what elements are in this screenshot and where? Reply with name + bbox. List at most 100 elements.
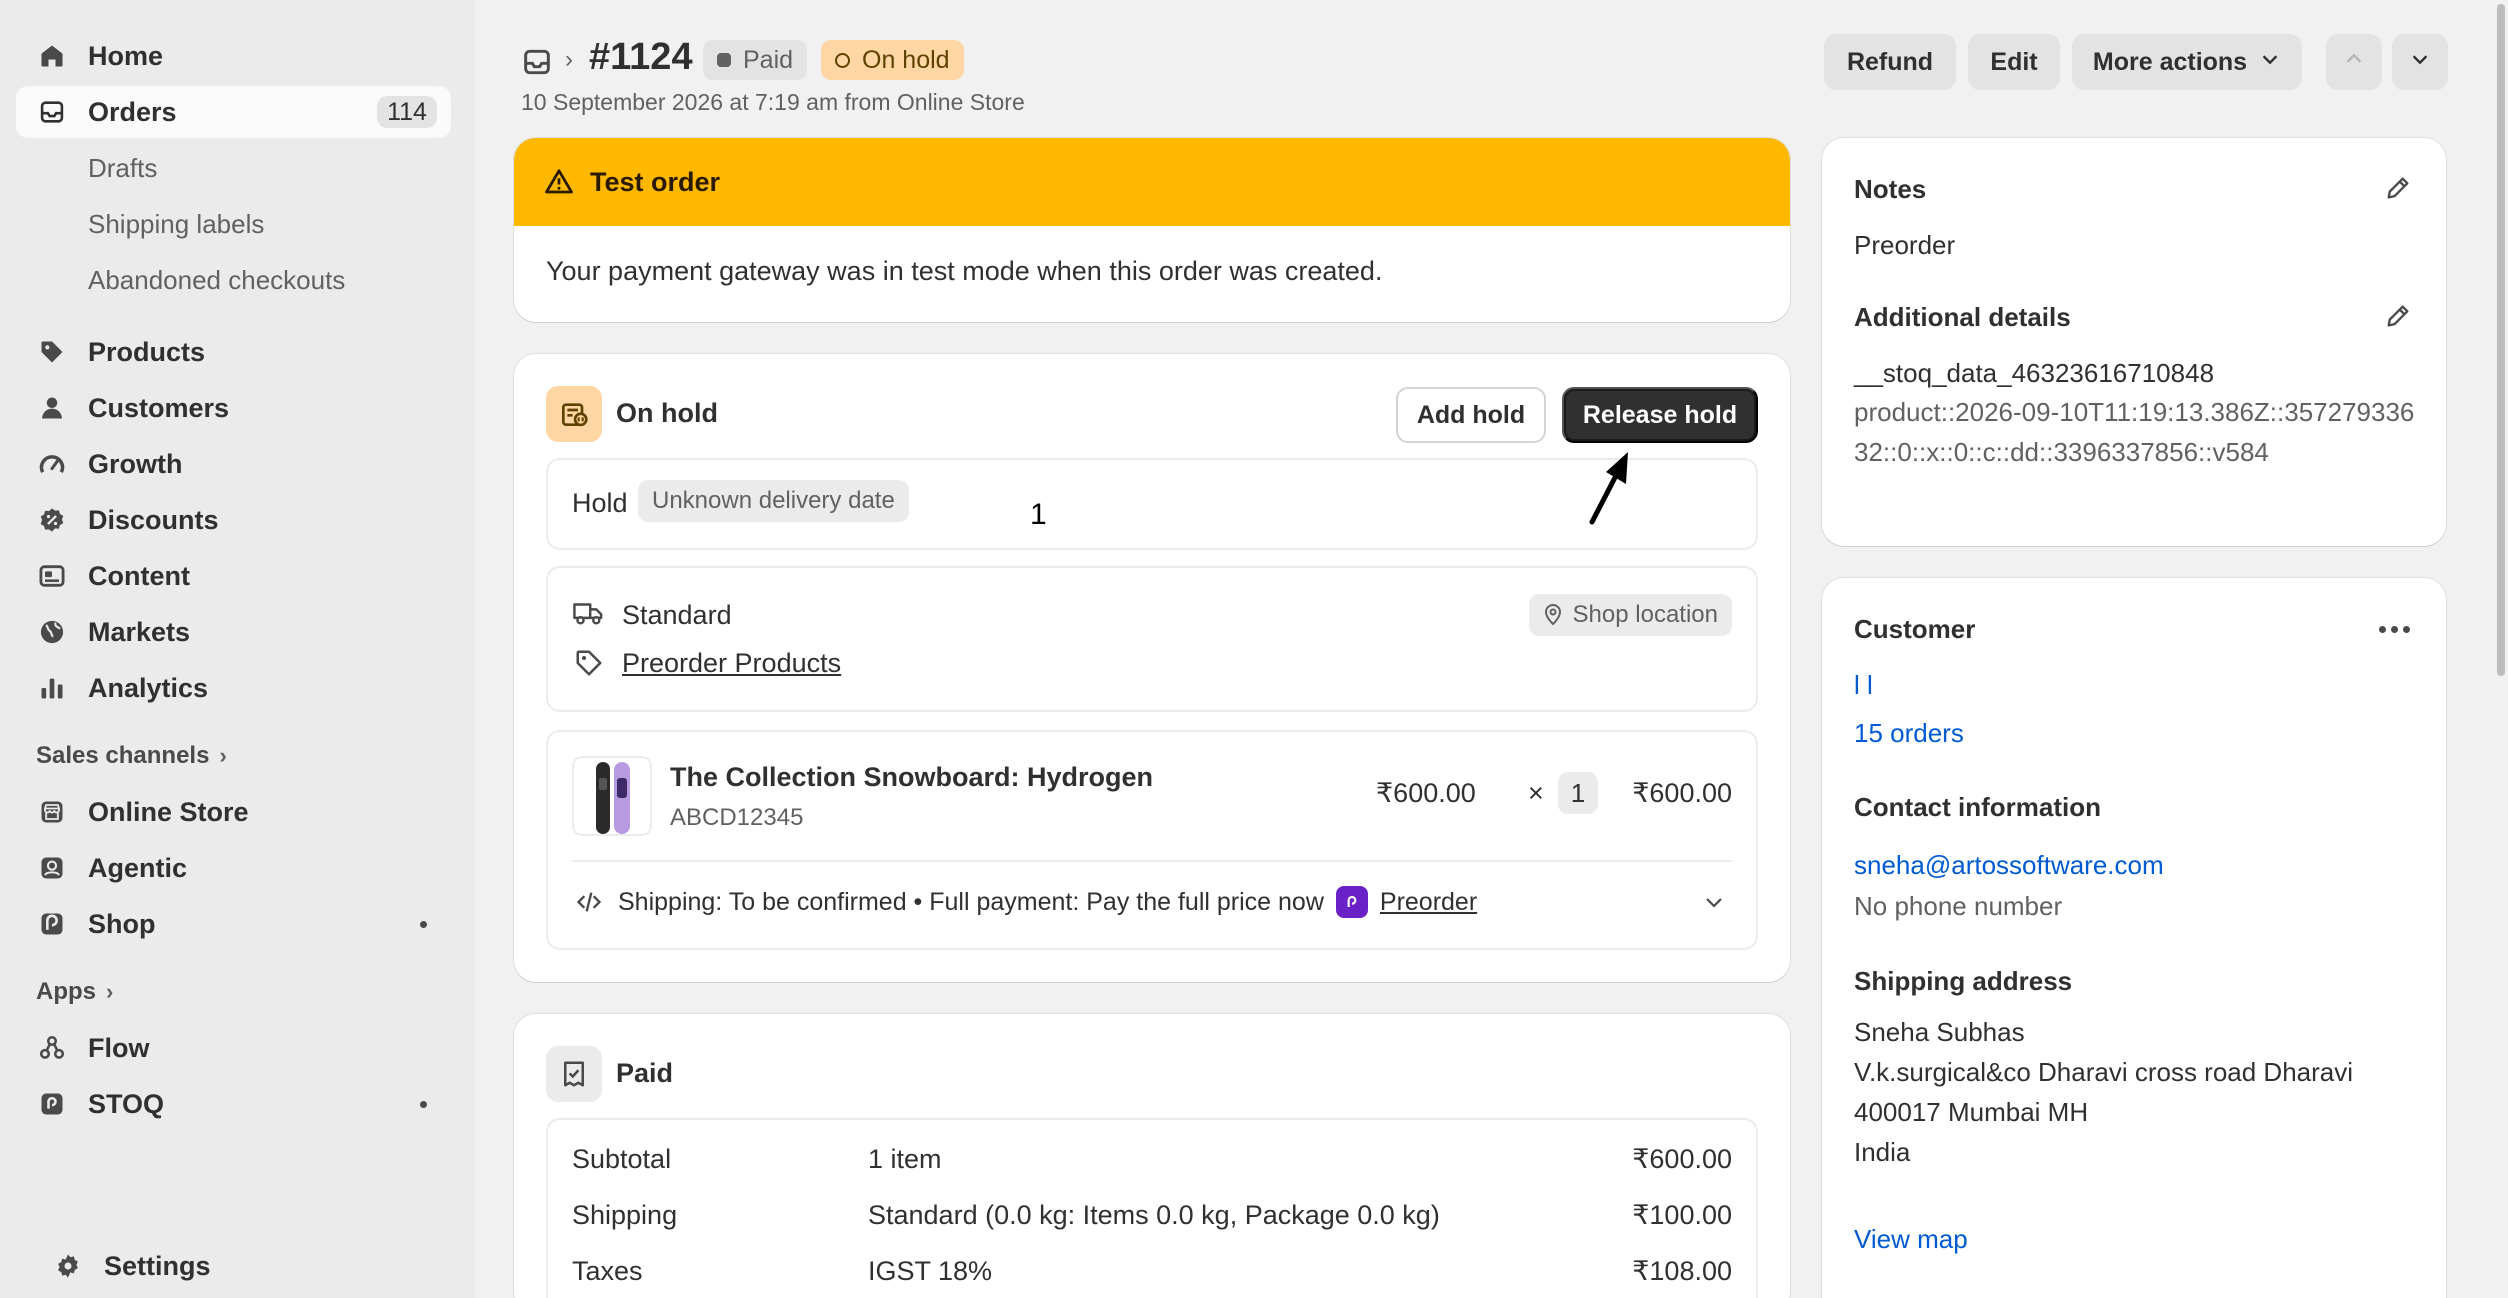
sidebar-item-orders[interactable]: Orders 114 bbox=[16, 86, 451, 138]
product-thumbnail[interactable] bbox=[572, 756, 652, 836]
status-dot bbox=[420, 921, 427, 928]
edit-button[interactable]: Edit bbox=[1968, 34, 2060, 90]
release-hold-button[interactable]: Release hold bbox=[1562, 387, 1758, 443]
page-title: #1124 bbox=[589, 36, 693, 78]
sidebar-item-products[interactable]: Products bbox=[16, 326, 451, 378]
on-hold-card: On hold Add hold Release hold Hold Unkno… bbox=[514, 354, 1790, 982]
chevron-down-icon bbox=[2259, 48, 2281, 76]
payment-summary-table: Subtotal 1 item ₹600.00 Shipping Standar… bbox=[546, 1118, 1758, 1298]
store-icon bbox=[38, 798, 66, 826]
test-order-banner: Test order bbox=[514, 138, 1790, 226]
sidebar-item-label: Products bbox=[88, 336, 206, 367]
sidebar-item-markets[interactable]: Markets bbox=[16, 606, 451, 658]
on-hold-status-icon bbox=[835, 52, 850, 68]
contact-information-title: Contact information bbox=[1854, 792, 2101, 822]
sidebar-item-analytics[interactable]: Analytics bbox=[16, 662, 451, 714]
summary-amount: ₹108.00 bbox=[1632, 1256, 1732, 1286]
line-item: The Collection Snowboard: Hydrogen ABCD1… bbox=[546, 730, 1758, 950]
chevron-down-icon[interactable] bbox=[1702, 890, 1726, 914]
orders-icon[interactable] bbox=[521, 46, 553, 78]
quantity-badge: 1 bbox=[1558, 772, 1598, 814]
location-pin-icon bbox=[1544, 604, 1561, 626]
address-line: V.k.surgical&co Dharavi cross road Dhara… bbox=[1854, 1057, 2354, 1087]
add-hold-button[interactable]: Add hold bbox=[1396, 387, 1546, 443]
line-item-meta-text: Shipping: To be confirmed • Full payment… bbox=[618, 887, 1324, 916]
shipping-address: Sneha Subhas V.k.surgical&co Dharavi cro… bbox=[1854, 1012, 2353, 1172]
scrollbar[interactable] bbox=[2494, 0, 2508, 1298]
sidebar-item-agentic[interactable]: Agentic bbox=[16, 842, 451, 894]
test-order-title: Test order bbox=[590, 166, 721, 197]
location-label: Shop location bbox=[1572, 601, 1718, 628]
sidebar-item-label: Customers bbox=[88, 392, 230, 423]
sidebar-item-customers[interactable]: Customers bbox=[16, 382, 451, 434]
preorder-products-link[interactable]: Preorder Products bbox=[622, 648, 841, 679]
sidebar: Home Orders 114 Drafts Shipping labels A… bbox=[0, 0, 475, 1298]
sidebar-item-online-store[interactable]: Online Store bbox=[16, 786, 451, 838]
sidebar-item-shop[interactable]: Shop bbox=[16, 898, 451, 950]
pencil-icon[interactable] bbox=[2384, 174, 2412, 202]
address-line: Sneha Subhas bbox=[1854, 1017, 2025, 1047]
customer-name-link[interactable]: l l bbox=[1854, 670, 1873, 701]
payment-status-badge: Paid bbox=[703, 40, 808, 80]
summary-detail: 1 item bbox=[868, 1144, 942, 1174]
apps-heading[interactable]: Apps › bbox=[36, 970, 451, 1014]
breadcrumb-separator-icon: › bbox=[565, 46, 573, 73]
orders-icon bbox=[38, 98, 66, 126]
sales-channels-heading[interactable]: Sales channels › bbox=[36, 734, 451, 778]
product-sku: ABCD12345 bbox=[670, 804, 804, 831]
customer-card: Customer l l 15 orders Contact informati… bbox=[1822, 578, 2446, 1298]
sidebar-item-content[interactable]: Content bbox=[16, 550, 451, 602]
sales-channels-label: Sales channels bbox=[36, 742, 210, 769]
summary-row-taxes: Taxes IGST 18% ₹108.00 bbox=[572, 1256, 1732, 1296]
sidebar-item-stoq[interactable]: STOQ bbox=[16, 1078, 451, 1130]
sidebar-item-drafts[interactable]: Drafts bbox=[16, 142, 451, 194]
person-icon bbox=[38, 394, 66, 422]
sidebar-item-label: Markets bbox=[88, 616, 191, 647]
notes-title: Notes bbox=[1854, 174, 1927, 204]
gauge-icon bbox=[38, 450, 66, 478]
hold-reason-row: Hold Unknown delivery date bbox=[546, 458, 1758, 550]
customer-phone: No phone number bbox=[1854, 891, 2063, 921]
gear-icon bbox=[54, 1252, 82, 1280]
divider bbox=[572, 860, 1732, 862]
test-order-message: Your payment gateway was in test mode wh… bbox=[546, 256, 1383, 286]
test-order-card: Test order Your payment gateway was in t… bbox=[514, 138, 1790, 322]
sidebar-item-shipping-labels[interactable]: Shipping labels bbox=[16, 198, 451, 250]
customer-orders-link[interactable]: 15 orders bbox=[1854, 718, 1964, 749]
receipt-check-icon bbox=[546, 1046, 602, 1102]
preorder-app-link[interactable]: Preorder bbox=[1380, 888, 1477, 917]
additional-details-title: Additional details bbox=[1854, 302, 2071, 332]
more-actions-button[interactable]: More actions bbox=[2072, 34, 2302, 90]
line-total: ₹600.00 bbox=[1632, 778, 1732, 808]
summary-label: Taxes bbox=[572, 1256, 643, 1286]
sidebar-item-abandoned-checkouts[interactable]: Abandoned checkouts bbox=[16, 254, 451, 306]
payment-status-label: Paid bbox=[743, 45, 794, 74]
orders-count-badge: 114 bbox=[377, 96, 437, 128]
preorder-app-icon bbox=[1335, 886, 1368, 918]
mouse-pointer-icon bbox=[1588, 450, 1632, 526]
discount-icon bbox=[38, 506, 66, 534]
content-icon bbox=[38, 562, 66, 590]
sidebar-item-home[interactable]: Home bbox=[16, 30, 451, 82]
view-map-link[interactable]: View map bbox=[1854, 1224, 1968, 1255]
sidebar-item-label: Growth bbox=[88, 448, 183, 479]
sidebar-item-flow[interactable]: Flow bbox=[16, 1022, 451, 1074]
summary-row-shipping: Shipping Standard (0.0 kg: Items 0.0 kg,… bbox=[572, 1200, 1732, 1240]
sidebar-item-growth[interactable]: Growth bbox=[16, 438, 451, 490]
delivery-method-label: Standard bbox=[622, 600, 732, 630]
agentic-icon bbox=[38, 854, 66, 882]
payment-summary-card: Paid Subtotal 1 item ₹600.00 Shipping St… bbox=[514, 1014, 1790, 1298]
product-name[interactable]: The Collection Snowboard: Hydrogen bbox=[670, 762, 1153, 793]
sidebar-item-discounts[interactable]: Discounts bbox=[16, 494, 451, 546]
next-order-button[interactable] bbox=[2392, 34, 2448, 90]
refund-button[interactable]: Refund bbox=[1824, 34, 1956, 90]
sidebar-item-label: Flow bbox=[88, 1032, 150, 1063]
sidebar-item-label: Orders bbox=[88, 96, 177, 127]
more-options-icon[interactable] bbox=[2379, 626, 2410, 633]
customer-email-link[interactable]: sneha@artossoftware.com bbox=[1854, 850, 2164, 881]
sidebar-item-settings[interactable]: Settings bbox=[32, 1240, 467, 1292]
customer-title: Customer bbox=[1854, 614, 1976, 644]
pencil-icon[interactable] bbox=[2384, 302, 2412, 330]
scrollbar-thumb[interactable] bbox=[2497, 4, 2505, 676]
previous-order-button[interactable] bbox=[2326, 34, 2382, 90]
